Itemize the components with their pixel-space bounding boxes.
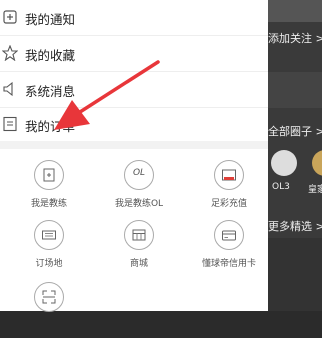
- more-picks-link[interactable]: 更多精选 >: [268, 218, 322, 234]
- coach-ol-icon-text: OL: [132, 168, 146, 178]
- bg-header: [268, 0, 322, 22]
- coach-ol-icon: OL: [124, 160, 154, 190]
- grid-item-label: 订场地: [35, 259, 63, 269]
- add-follow-link[interactable]: 添加关注 >: [268, 30, 322, 46]
- circle-label-2: 皇家: [308, 185, 322, 195]
- order-icon: [2, 116, 18, 132]
- bg-content: [268, 238, 322, 311]
- grid-item-label: 我是教练OL: [114, 199, 164, 209]
- grid-item-label: 商城: [129, 259, 148, 269]
- menu-item-notifications[interactable]: 我的通知: [0, 0, 268, 36]
- lottery-recharge-icon: [214, 160, 244, 190]
- field-booking-icon: [34, 220, 64, 250]
- menu-item-label: 我的订单: [25, 119, 76, 134]
- grid-item-credit-card[interactable]: 懂球帝信用卡: [186, 220, 276, 276]
- circle-avatar-2[interactable]: [312, 150, 322, 176]
- background-page: 添加关注 > 全部圈子 > OL3 皇家 更多精选 >: [268, 0, 322, 311]
- shop-icon: [124, 220, 154, 250]
- side-menu-panel: 我的通知 我的收藏 系统消息 我的订单 我是教练 OL 我是教练OL 足彩充值 …: [0, 0, 268, 312]
- grid-item-label: 足彩充值: [210, 199, 247, 209]
- scan-icon: [34, 282, 64, 312]
- grid-item-field-booking[interactable]: 订场地: [6, 220, 96, 276]
- grid-item-coach-ol[interactable]: OL 我是教练OL: [96, 160, 186, 216]
- menu-item-label: 我的收藏: [25, 48, 76, 63]
- menu-item-label: 系统消息: [25, 84, 76, 99]
- star-icon: [1, 44, 19, 62]
- bg-banner: [268, 72, 322, 108]
- grid-item-lottery-recharge[interactable]: 足彩充值: [186, 160, 276, 216]
- menu-item-orders[interactable]: 我的订单: [0, 107, 268, 143]
- grid-item-coach[interactable]: 我是教练: [6, 160, 96, 216]
- menu-item-label: 我的通知: [25, 12, 76, 27]
- bell-icon: [2, 9, 18, 25]
- coach-icon: [34, 160, 64, 190]
- section-divider: [0, 141, 268, 149]
- grid-item-scan[interactable]: [6, 282, 96, 338]
- grid-item-shop[interactable]: 商城: [96, 220, 186, 276]
- grid-item-label: 懂球帝信用卡: [201, 259, 256, 269]
- grid-item-label: 我是教练: [30, 199, 67, 209]
- credit-card-icon: [214, 220, 244, 250]
- all-circles-link[interactable]: 全部圈子 >: [268, 123, 322, 139]
- menu-item-system-messages[interactable]: 系统消息: [0, 72, 268, 108]
- menu-item-favorites[interactable]: 我的收藏: [0, 36, 268, 72]
- speaker-icon: [2, 81, 18, 97]
